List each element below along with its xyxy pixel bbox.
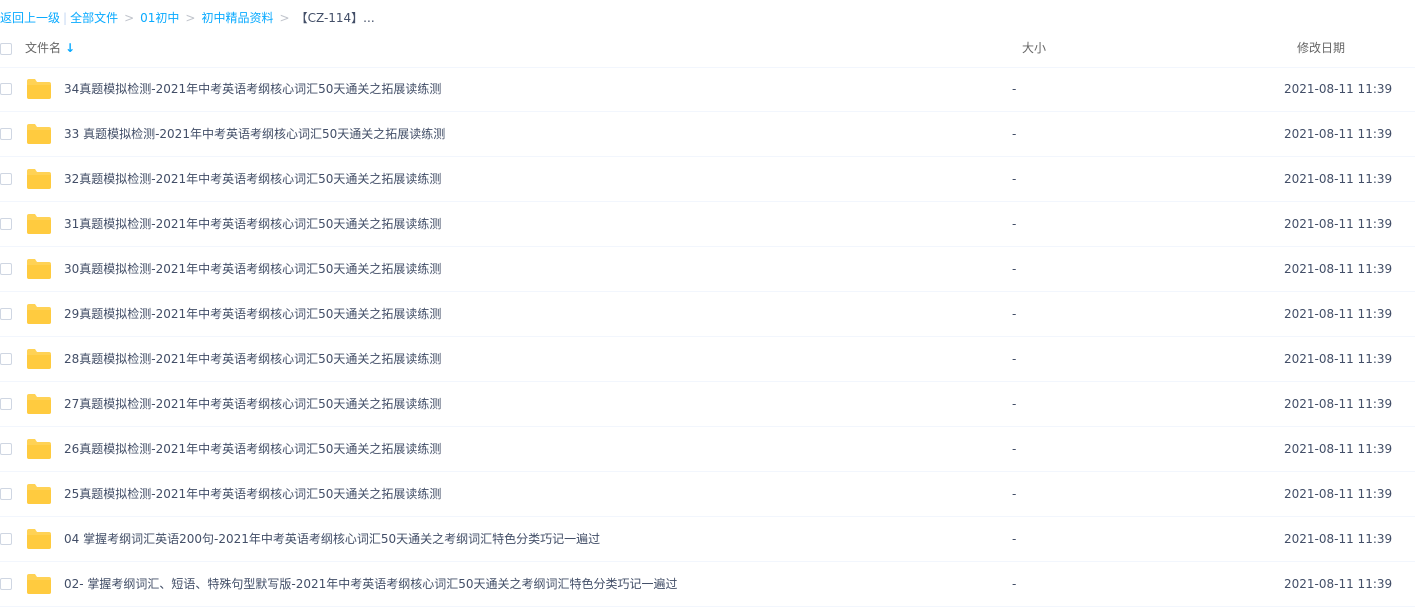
file-row[interactable]: 32真题模拟检测-2021年中考英语考纲核心词汇50天通关之拓展读练测 - 2021… bbox=[0, 157, 1415, 202]
file-modified-date: 2021-08-11 11:39 bbox=[1284, 487, 1393, 501]
file-size: - bbox=[1012, 487, 1017, 501]
row-checkbox[interactable] bbox=[0, 173, 12, 185]
file-modified-date: 2021-08-11 11:39 bbox=[1284, 127, 1393, 141]
breadcrumb-separator: | bbox=[63, 11, 68, 25]
file-modified-date: 2021-08-11 11:39 bbox=[1284, 532, 1393, 546]
file-name-link[interactable]: 29真题模拟检测-2021年中考英语考纲核心词汇50天通关之拓展读练测 bbox=[64, 292, 441, 336]
row-checkbox[interactable] bbox=[0, 578, 12, 590]
file-modified-date: 2021-08-11 11:39 bbox=[1284, 397, 1393, 411]
file-row[interactable]: 30真题模拟检测-2021年中考英语考纲核心词汇50天通关之拓展读练测 - 2021… bbox=[0, 247, 1415, 292]
file-size: - bbox=[1012, 82, 1017, 96]
file-row[interactable]: 34真题模拟检测-2021年中考英语考纲核心词汇50天通关之拓展读练测 - 2021… bbox=[0, 67, 1415, 112]
file-row[interactable]: 33 真题模拟检测-2021年中考英语考纲核心词汇50天通关之拓展读练测 - 202… bbox=[0, 112, 1415, 157]
row-checkbox[interactable] bbox=[0, 488, 12, 500]
folder-icon[interactable] bbox=[26, 528, 52, 550]
folder-icon[interactable] bbox=[26, 303, 52, 325]
folder-icon[interactable] bbox=[26, 438, 52, 460]
folder-icon[interactable] bbox=[26, 393, 52, 415]
row-checkbox[interactable] bbox=[0, 353, 12, 365]
row-checkbox[interactable] bbox=[0, 83, 12, 95]
row-checkbox[interactable] bbox=[0, 443, 12, 455]
folder-icon[interactable] bbox=[26, 573, 52, 595]
file-list-header: 文件名 ↓ 大小 修改日期 bbox=[0, 30, 1415, 68]
breadcrumb-separator: > bbox=[124, 11, 135, 25]
file-name-link[interactable]: 33 真题模拟检测-2021年中考英语考纲核心词汇50天通关之拓展读练测 bbox=[64, 112, 445, 156]
file-name-link[interactable]: 30真题模拟检测-2021年中考英语考纲核心词汇50天通关之拓展读练测 bbox=[64, 247, 441, 291]
file-name-link[interactable]: 02- 掌握考纲词汇、短语、特殊句型默写版-2021年中考英语考纲核心词汇50天… bbox=[64, 562, 678, 606]
file-name-link[interactable]: 04 掌握考纲词汇英语200句-2021年中考英语考纲核心词汇50天通关之考纲词… bbox=[64, 517, 600, 561]
column-header-name[interactable]: 文件名 ↓ bbox=[25, 30, 75, 67]
file-size: - bbox=[1012, 397, 1017, 411]
file-name-link[interactable]: 32真题模拟检测-2021年中考英语考纲核心词汇50天通关之拓展读练测 bbox=[64, 157, 441, 201]
row-checkbox[interactable] bbox=[0, 128, 12, 140]
file-name-link[interactable]: 25真题模拟检测-2021年中考英语考纲核心词汇50天通关之拓展读练测 bbox=[64, 472, 441, 516]
sort-down-icon[interactable]: ↓ bbox=[65, 30, 75, 67]
file-modified-date: 2021-08-11 11:39 bbox=[1284, 352, 1393, 366]
file-name-link[interactable]: 31真题模拟检测-2021年中考英语考纲核心词汇50天通关之拓展读练测 bbox=[64, 202, 441, 246]
file-list: 34真题模拟检测-2021年中考英语考纲核心词汇50天通关之拓展读练测 - 2021… bbox=[0, 67, 1415, 607]
file-row[interactable]: 31真题模拟检测-2021年中考英语考纲核心词汇50天通关之拓展读练测 - 2021… bbox=[0, 202, 1415, 247]
breadcrumb: 返回上一级 | 全部文件 >01初中 > 初中精品资料 > 【CZ-114】... bbox=[0, 9, 375, 27]
file-size: - bbox=[1012, 127, 1017, 141]
folder-icon[interactable] bbox=[26, 348, 52, 370]
file-size: - bbox=[1012, 352, 1017, 366]
breadcrumb-separator: > bbox=[185, 11, 196, 25]
file-modified-date: 2021-08-11 11:39 bbox=[1284, 172, 1393, 186]
file-modified-date: 2021-08-11 11:39 bbox=[1284, 442, 1393, 456]
file-size: - bbox=[1012, 442, 1017, 456]
file-size: - bbox=[1012, 307, 1017, 321]
row-checkbox[interactable] bbox=[0, 533, 12, 545]
folder-icon[interactable] bbox=[26, 123, 52, 145]
file-row[interactable]: 02- 掌握考纲词汇、短语、特殊句型默写版-2021年中考英语考纲核心词汇50天… bbox=[0, 562, 1415, 607]
file-row[interactable]: 28真题模拟检测-2021年中考英语考纲核心词汇50天通关之拓展读练测 - 2021… bbox=[0, 337, 1415, 382]
file-size: - bbox=[1012, 217, 1017, 231]
file-row[interactable]: 04 掌握考纲词汇英语200句-2021年中考英语考纲核心词汇50天通关之考纲词… bbox=[0, 517, 1415, 562]
file-modified-date: 2021-08-11 11:39 bbox=[1284, 262, 1393, 276]
folder-icon[interactable] bbox=[26, 483, 52, 505]
file-modified-date: 2021-08-11 11:39 bbox=[1284, 82, 1393, 96]
file-modified-date: 2021-08-11 11:39 bbox=[1284, 307, 1393, 321]
column-header-size[interactable]: 大小 bbox=[1022, 30, 1046, 67]
file-size: - bbox=[1012, 577, 1017, 591]
row-checkbox[interactable] bbox=[0, 308, 12, 320]
file-row[interactable]: 29真题模拟检测-2021年中考英语考纲核心词汇50天通关之拓展读练测 - 2021… bbox=[0, 292, 1415, 337]
breadcrumb-item-all-files[interactable]: 全部文件 bbox=[70, 11, 118, 25]
file-row[interactable]: 25真题模拟检测-2021年中考英语考纲核心词汇50天通关之拓展读练测 - 2021… bbox=[0, 472, 1415, 517]
file-name-link[interactable]: 27真题模拟检测-2021年中考英语考纲核心词汇50天通关之拓展读练测 bbox=[64, 382, 441, 426]
folder-icon[interactable] bbox=[26, 168, 52, 190]
file-size: - bbox=[1012, 172, 1017, 186]
breadcrumb-separator: > bbox=[279, 11, 290, 25]
file-row[interactable]: 27真题模拟检测-2021年中考英语考纲核心词汇50天通关之拓展读练测 - 2021… bbox=[0, 382, 1415, 427]
breadcrumb-current: 【CZ-114】... bbox=[295, 11, 375, 25]
row-checkbox[interactable] bbox=[0, 263, 12, 275]
file-name-link[interactable]: 34真题模拟检测-2021年中考英语考纲核心词汇50天通关之拓展读练测 bbox=[64, 67, 441, 111]
column-header-date[interactable]: 修改日期 bbox=[1297, 30, 1345, 67]
file-name-link[interactable]: 26真题模拟检测-2021年中考英语考纲核心词汇50天通关之拓展读练测 bbox=[64, 427, 441, 471]
back-link[interactable]: 返回上一级 bbox=[0, 11, 60, 25]
file-modified-date: 2021-08-11 11:39 bbox=[1284, 217, 1393, 231]
row-checkbox[interactable] bbox=[0, 218, 12, 230]
folder-icon[interactable] bbox=[26, 213, 52, 235]
folder-icon[interactable] bbox=[26, 258, 52, 280]
row-checkbox[interactable] bbox=[0, 398, 12, 410]
file-size: - bbox=[1012, 532, 1017, 546]
folder-icon[interactable] bbox=[26, 78, 52, 100]
column-header-name-label: 文件名 bbox=[25, 41, 62, 55]
breadcrumb-item-junior-high[interactable]: 01初中 bbox=[140, 11, 179, 25]
file-name-link[interactable]: 28真题模拟检测-2021年中考英语考纲核心词汇50天通关之拓展读练测 bbox=[64, 337, 441, 381]
file-size: - bbox=[1012, 262, 1017, 276]
select-all-checkbox[interactable] bbox=[0, 43, 12, 55]
file-modified-date: 2021-08-11 11:39 bbox=[1284, 577, 1393, 591]
breadcrumb-item-materials[interactable]: 初中精品资料 bbox=[201, 11, 273, 25]
file-row[interactable]: 26真题模拟检测-2021年中考英语考纲核心词汇50天通关之拓展读练测 - 2021… bbox=[0, 427, 1415, 472]
